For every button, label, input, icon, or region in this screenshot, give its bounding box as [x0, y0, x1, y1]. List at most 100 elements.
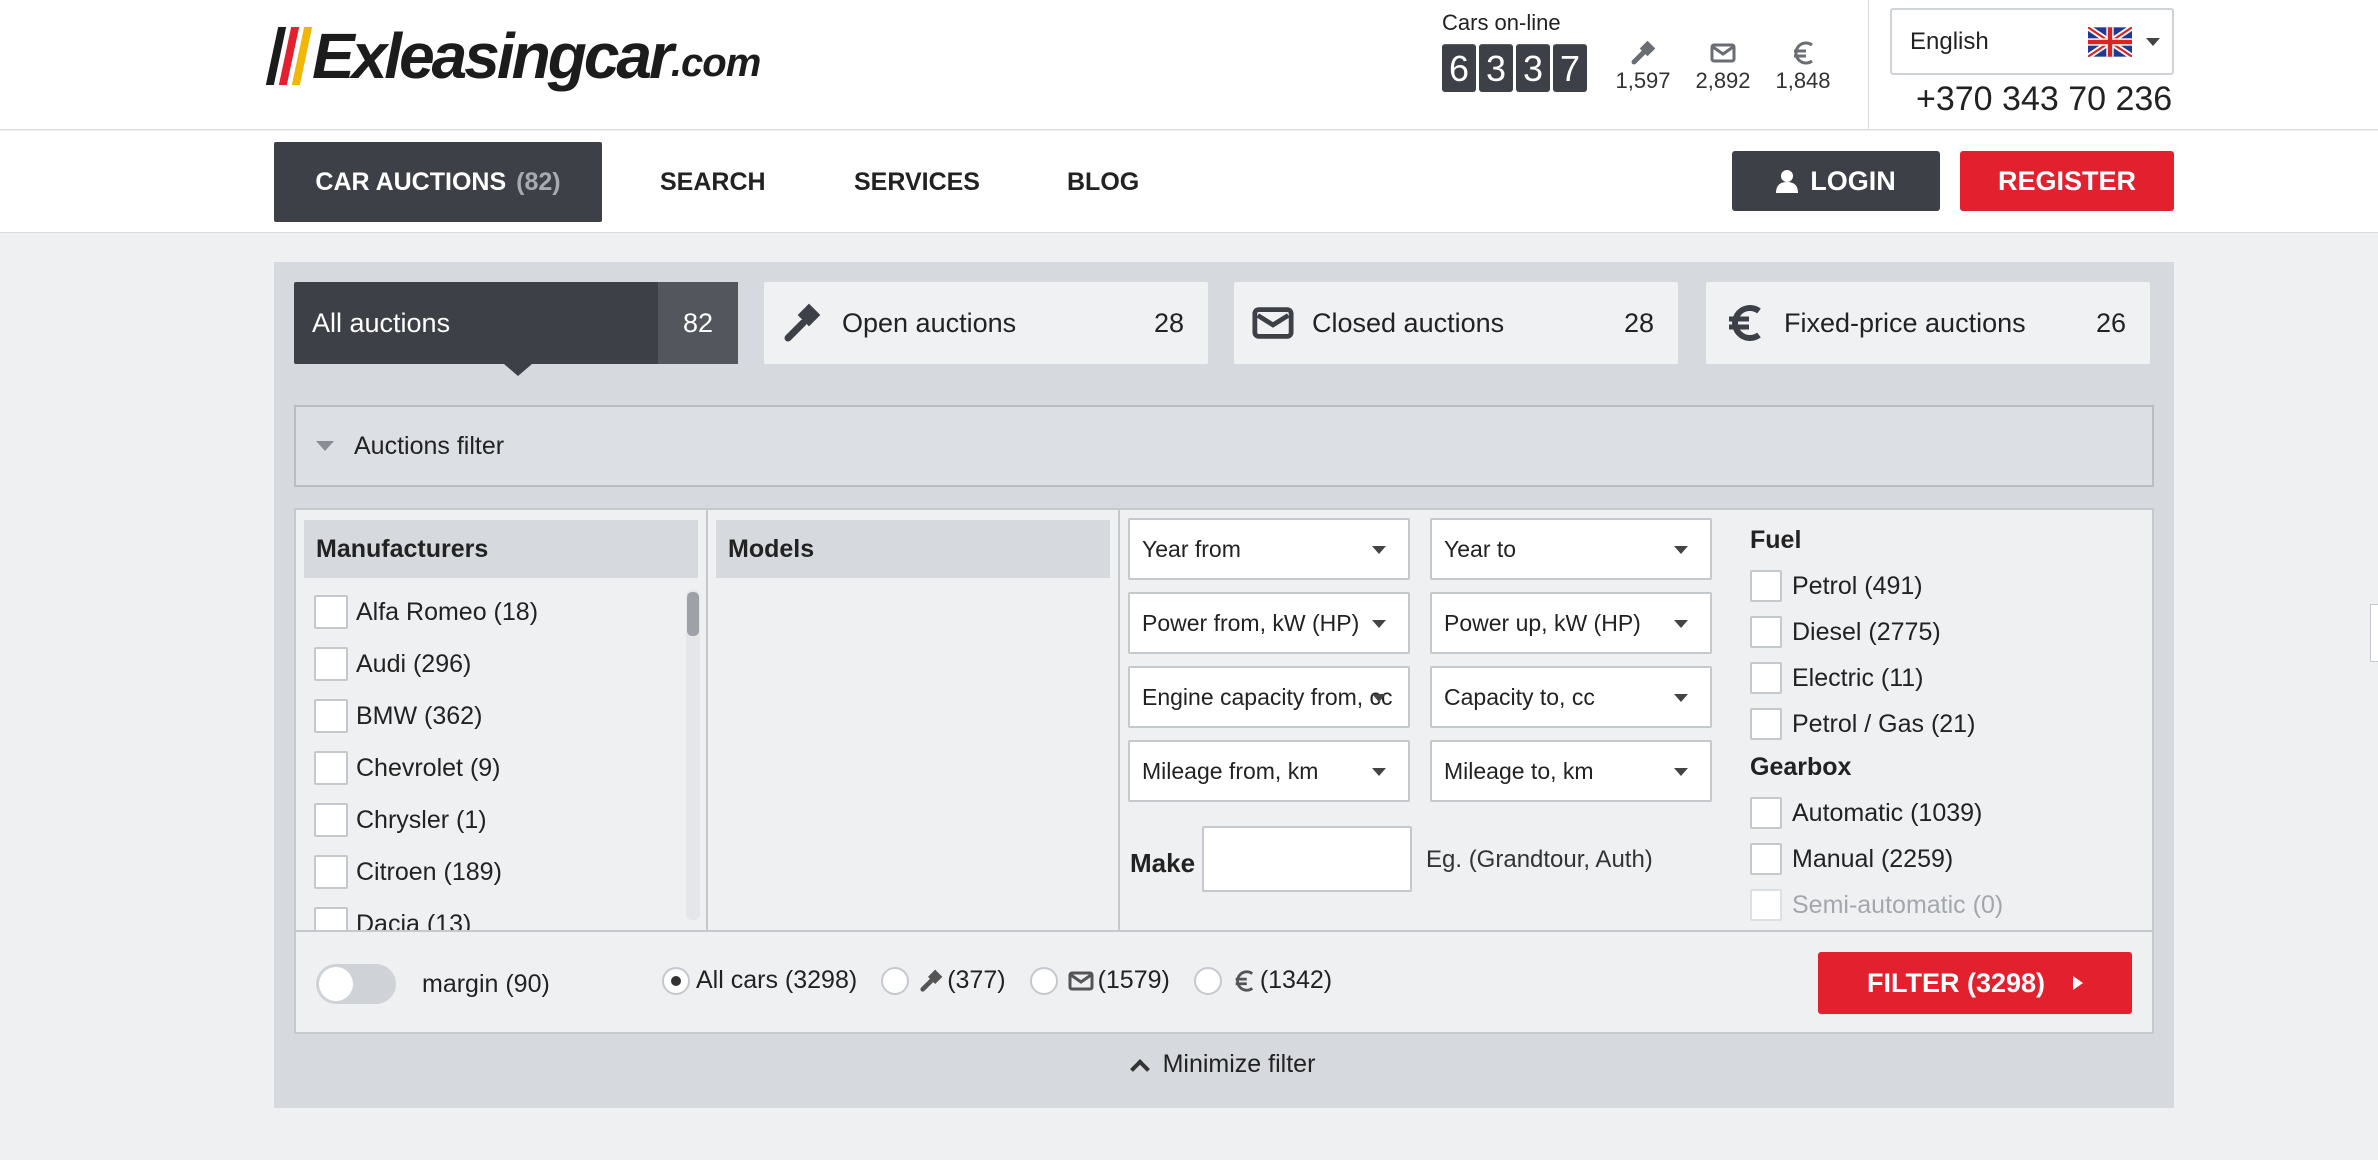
- top-header: Exleasingcar .com Cars on-line 6 3 3 7 1…: [0, 0, 2378, 130]
- fuel-gearbox-column: Fuel Petrol (491) Diesel (2775) Electric…: [1750, 520, 2003, 928]
- checkbox[interactable]: [314, 803, 348, 837]
- tab-label: Closed auctions: [1312, 307, 1505, 338]
- site-logo[interactable]: Exleasingcar .com: [265, 14, 761, 98]
- stat-open[interactable]: 1,597: [1612, 38, 1674, 94]
- manufacturer-label: Chrysler (1): [356, 805, 487, 834]
- checkbox[interactable]: [1750, 570, 1782, 602]
- radio-open[interactable]: (377): [881, 966, 1006, 995]
- mileage-from-select[interactable]: Mileage from, km: [1128, 740, 1410, 802]
- minimize-filter-label: Minimize filter: [1162, 1050, 1316, 1078]
- minimize-filter[interactable]: Minimize filter: [274, 1050, 2174, 1079]
- mileage-to-select[interactable]: Mileage to, km: [1430, 740, 1712, 802]
- radio-closed[interactable]: (1579): [1029, 966, 1170, 995]
- chevron-down-icon: [1674, 546, 1688, 554]
- checkbox[interactable]: [314, 699, 348, 733]
- checkbox[interactable]: [1750, 662, 1782, 694]
- radio-count: (3298): [784, 966, 858, 994]
- checkbox[interactable]: [314, 595, 348, 629]
- language-label: English: [1910, 27, 1989, 55]
- make-input[interactable]: [1202, 826, 1412, 892]
- chevron-down-icon: [1674, 694, 1688, 702]
- models-column: Models: [708, 510, 1120, 930]
- manufacturers-heading: Manufacturers: [304, 520, 698, 578]
- checkbox[interactable]: [314, 907, 348, 930]
- fuel-option[interactable]: Petrol / Gas (21): [1750, 701, 2003, 747]
- make-hint: Eg. (Grandtour, Auth): [1426, 846, 1653, 873]
- fuel-option[interactable]: Diesel (2775): [1750, 609, 2003, 655]
- cars-online: Cars on-line 6 3 3 7: [1442, 10, 1587, 92]
- logo-domain: .com: [670, 40, 761, 85]
- logo-name: Exleasingcar: [312, 20, 674, 92]
- manufacturer-option[interactable]: Alfa Romeo (18): [296, 586, 706, 638]
- radio-fixed[interactable]: (1342): [1193, 966, 1332, 995]
- gearbox-option[interactable]: Automatic (1039): [1750, 790, 2003, 836]
- chevron-down-icon: [1674, 620, 1688, 628]
- make-label: Make: [1130, 848, 1196, 878]
- manufacturers-scrollbar[interactable]: [686, 590, 700, 920]
- nav-car-auctions[interactable]: CAR AUCTIONS (82): [274, 142, 602, 222]
- select-label: Power up, kW (HP): [1444, 609, 1641, 636]
- fuel-option[interactable]: Petrol (491): [1750, 563, 2003, 609]
- checkbox[interactable]: [314, 647, 348, 681]
- fuel-heading: Fuel: [1750, 526, 1802, 554]
- cars-online-counter: 6 3 3 7: [1442, 44, 1587, 92]
- tab-label: All auctions: [312, 307, 451, 338]
- select-label: Year from: [1142, 535, 1241, 562]
- year-to-select[interactable]: Year to: [1430, 518, 1712, 580]
- manufacturer-option[interactable]: Citroen (189): [296, 846, 706, 898]
- stat-open-value: 1,597: [1615, 68, 1671, 93]
- language-select[interactable]: English: [1890, 8, 2174, 75]
- models-heading: Models: [716, 520, 1110, 578]
- engine-capacity-from-select[interactable]: Engine capacity from, cc: [1128, 666, 1410, 728]
- header-stats: 1,597 2,892 1,848: [1612, 38, 1834, 94]
- manufacturers-list: Alfa Romeo (18) Audi (296) BMW (362) Che…: [296, 586, 706, 930]
- gearbox-option[interactable]: Manual (2259): [1750, 836, 2003, 882]
- checkbox[interactable]: [1750, 797, 1782, 829]
- manufacturer-option[interactable]: Dacia (13): [296, 898, 706, 930]
- radio-button[interactable]: [662, 966, 690, 995]
- radio-button[interactable]: [1193, 966, 1222, 995]
- nav-services[interactable]: SERVICES: [854, 142, 980, 222]
- select-label: Power from, kW (HP): [1142, 609, 1360, 636]
- filter-button[interactable]: FILTER (3298): [1818, 952, 2132, 1014]
- manufacturer-option[interactable]: Chevrolet (9): [296, 742, 706, 794]
- checkbox[interactable]: [314, 855, 348, 889]
- margin-toggle[interactable]: [316, 964, 396, 1004]
- checkbox[interactable]: [1750, 708, 1782, 740]
- tab-count: 82: [658, 282, 738, 364]
- counter-digit: 3: [1479, 44, 1513, 92]
- scroll-thumb[interactable]: [687, 592, 699, 636]
- radio-all-cars[interactable]: All cars (3298): [662, 966, 857, 995]
- stat-fixed[interactable]: 1,848: [1772, 38, 1834, 94]
- manufacturer-label: BMW (362): [356, 701, 483, 730]
- side-feedback-tab[interactable]: [2370, 604, 2378, 662]
- manufacturer-option[interactable]: Audi (296): [296, 638, 706, 690]
- checkbox[interactable]: [1750, 843, 1782, 875]
- tab-fixed-price-auctions[interactable]: Fixed-price auctions 26: [1706, 282, 2150, 364]
- manufacturer-option[interactable]: Chrysler (1): [296, 794, 706, 846]
- fuel-option[interactable]: Electric (11): [1750, 655, 2003, 701]
- login-button[interactable]: LOGIN: [1732, 151, 1940, 211]
- tab-open-auctions[interactable]: Open auctions 28: [764, 282, 1208, 364]
- gearbox-label: Manual (2259): [1792, 844, 1954, 873]
- nav-blog[interactable]: BLOG: [1067, 142, 1139, 222]
- power-from-select[interactable]: Power from, kW (HP): [1128, 592, 1410, 654]
- radio-button[interactable]: [1029, 966, 1058, 995]
- auctions-filter-toggle[interactable]: Auctions filter: [294, 405, 2154, 487]
- manufacturer-option[interactable]: BMW (362): [296, 690, 706, 742]
- radio-count: (377): [947, 966, 1006, 994]
- checkbox[interactable]: [314, 751, 348, 785]
- radio-button[interactable]: [881, 966, 910, 995]
- tab-closed-auctions[interactable]: Closed auctions 28: [1234, 282, 1678, 364]
- tab-all-auctions[interactable]: All auctions 82: [294, 282, 738, 376]
- year-from-select[interactable]: Year from: [1128, 518, 1410, 580]
- manufacturer-label: Citroen (189): [356, 857, 502, 886]
- power-up-select[interactable]: Power up, kW (HP): [1430, 592, 1712, 654]
- nav-search[interactable]: SEARCH: [660, 142, 766, 222]
- gearbox-label: Semi-automatic (0): [1792, 890, 2004, 919]
- phone-number[interactable]: +370 343 70 236: [1916, 80, 2172, 119]
- checkbox[interactable]: [1750, 616, 1782, 648]
- capacity-to-select[interactable]: Capacity to, cc: [1430, 666, 1712, 728]
- stat-closed[interactable]: 2,892: [1692, 38, 1754, 94]
- register-button[interactable]: REGISTER: [1960, 151, 2174, 211]
